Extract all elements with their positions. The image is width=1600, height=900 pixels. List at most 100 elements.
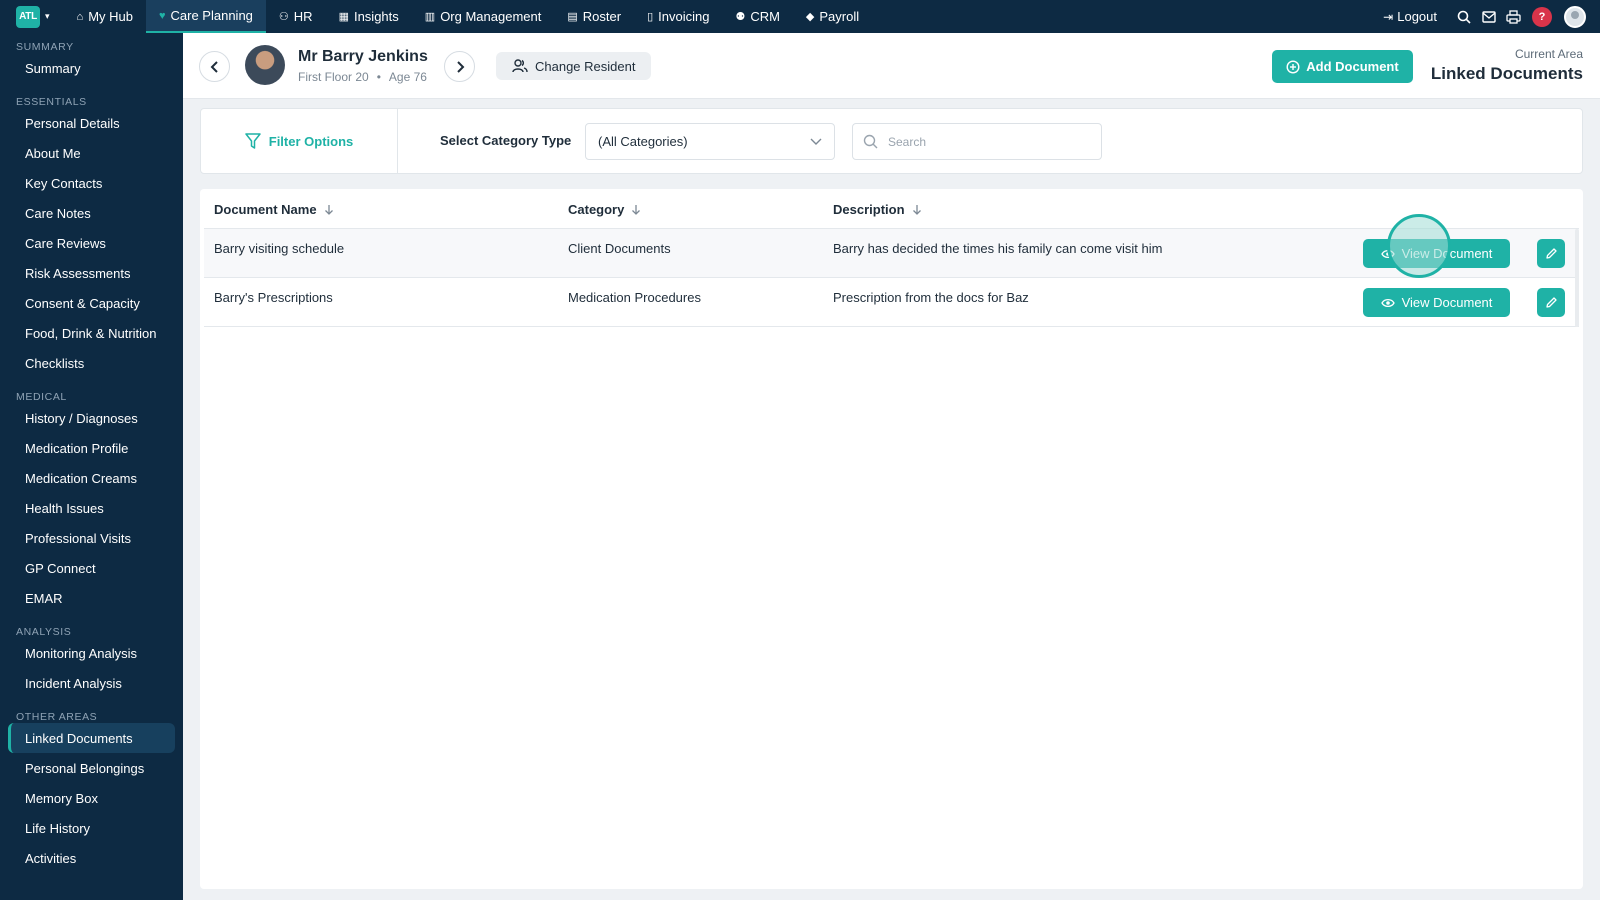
search-field[interactable] [852,123,1102,160]
change-resident-button[interactable]: Change Resident [496,52,652,80]
sidebar-item-risk-assessments[interactable]: Risk Assessments [0,258,183,288]
nav-crm[interactable]: ⚉ CRM [722,0,792,33]
sidebar-item-emar[interactable]: EMAR [0,583,183,613]
sidebar-item-incident-analysis[interactable]: Incident Analysis [0,668,183,698]
building-icon: ▥ [424,11,436,23]
edit-document-button[interactable] [1537,288,1565,317]
sidebar-item-monitoring-analysis[interactable]: Monitoring Analysis [0,638,183,668]
column-header-document-name[interactable]: Document Name [214,202,334,217]
search-icon [863,134,878,149]
nav-insights[interactable]: ▦ Insights [326,0,412,33]
search-input[interactable] [888,134,1088,149]
cell-document-name: Barry's Prescriptions [214,290,333,305]
previous-resident-button[interactable] [199,51,230,82]
chart-icon: ▦ [338,11,349,23]
user-avatar[interactable] [1564,5,1586,28]
sidebar-item-food-drink-nutrition[interactable]: Food, Drink & Nutrition [0,318,183,348]
sidebar-item-gp-connect[interactable]: GP Connect [0,553,183,583]
sidebar-item-medication-creams[interactable]: Medication Creams [0,463,183,493]
sidebar-item-checklists[interactable]: Checklists [0,348,183,378]
current-area-value: Linked Documents [1430,64,1583,83]
section-title-essentials: ESSENTIALS [16,96,87,108]
cell-document-name: Barry visiting schedule [214,241,345,256]
section-title-medical: MEDICAL [16,391,67,403]
home-icon: ⌂ [76,10,84,23]
app-switcher[interactable]: ATL ▾ [16,5,50,28]
nav-payroll[interactable]: ◆ Payroll [793,0,872,33]
resident-meta: First Floor 20 • Age 76 [298,70,427,84]
sort-arrow-icon [912,204,922,215]
table-row: Barry visiting schedule Client Documents… [204,214,1579,278]
user-group-icon: ⚉ [735,11,746,23]
sort-arrow-icon [631,204,641,215]
nav-invoicing[interactable]: ▯ Invoicing [634,0,722,33]
sidebar-item-life-history[interactable]: Life History [0,813,183,843]
sidebar-item-medication-profile[interactable]: Medication Profile [0,433,183,463]
sidebar-item-consent-capacity[interactable]: Consent & Capacity [0,288,183,318]
view-document-button[interactable]: View Document [1363,239,1510,268]
sidebar-item-care-notes[interactable]: Care Notes [0,198,183,228]
sidebar-item-summary[interactable]: Summary [0,53,183,83]
pencil-icon [1545,297,1557,308]
sidebar-item-professional-visits[interactable]: Professional Visits [0,523,183,553]
resident-location: First Floor 20 [298,70,369,84]
sidebar-item-linked-documents[interactable]: Linked Documents [8,723,175,753]
category-select[interactable]: (All Categories) [585,123,835,160]
nav-care-planning[interactable]: ♥ Care Planning [145,0,266,33]
sidebar-item-key-contacts[interactable]: Key Contacts [0,168,183,198]
eye-icon [1380,298,1395,308]
category-type-label: Select Category Type [440,133,572,148]
cell-category: Medication Procedures [568,290,701,305]
filter-icon [245,132,261,150]
tag-icon: ◆ [805,11,815,23]
cell-description: Prescription from the docs for Baz [833,290,1029,305]
search-icon[interactable] [1451,0,1476,33]
plus-circle-icon [1286,59,1300,74]
view-document-button[interactable]: View Document [1363,288,1510,317]
category-select-value: (All Categories) [598,134,688,149]
resident-age: Age 76 [388,70,427,84]
current-area-label: Current Area [1514,47,1583,61]
help-button[interactable]: ? [1532,6,1552,27]
app-logo: ATL [16,5,40,28]
table-header: Document Name Category Description [204,189,1579,229]
printer-icon[interactable] [1501,0,1526,33]
sidebar-item-personal-belongings[interactable]: Personal Belongings [0,753,183,783]
add-document-button[interactable]: Add Document [1272,50,1413,83]
filter-bar: Filter Options Select Category Type (All… [200,108,1583,174]
column-header-description[interactable]: Description [833,202,922,217]
cell-category: Client Documents [568,241,671,256]
resident-photo [245,45,285,85]
sidebar-item-health-issues[interactable]: Health Issues [0,493,183,523]
mail-icon[interactable] [1476,0,1501,33]
sort-arrow-icon [324,204,334,215]
logout-button[interactable]: ⇥ Logout [1383,9,1437,24]
edit-document-button[interactable] [1537,239,1565,268]
next-resident-button[interactable] [444,51,475,82]
nav-org-management[interactable]: ▥ Org Management [412,0,555,33]
document-icon: ▯ [647,11,654,23]
top-navigation: ATL ▾ ⌂ My Hub ♥ Care Planning ⚇ HR ▦ Insigh… [0,0,1600,33]
sidebar-item-care-reviews[interactable]: Care Reviews [0,228,183,258]
eye-icon [1380,249,1395,259]
column-header-category[interactable]: Category [568,202,641,217]
sidebar-item-history-diagnoses[interactable]: History / Diagnoses [0,403,183,433]
table-scrollbar[interactable] [1575,229,1579,327]
nav-my-hub[interactable]: ⌂ My Hub [64,0,146,33]
chevron-down-icon [810,138,822,145]
nav-roster[interactable]: ▤ Roster [554,0,634,33]
cell-description: Barry has decided the times his family c… [833,241,1163,256]
chevron-right-icon [456,60,464,73]
sidebar-item-memory-box[interactable]: Memory Box [0,783,183,813]
users-icon [512,59,528,73]
resident-name: Mr Barry Jenkins [298,48,428,65]
sidebar-item-personal-details[interactable]: Personal Details [0,108,183,138]
sidebar-item-about-me[interactable]: About Me [0,138,183,168]
nav-right-tools: ⇥ Logout ? [1383,0,1600,33]
filter-options-button[interactable]: Filter Options [201,109,398,173]
heart-icon: ♥ [158,9,166,22]
sidebar: SUMMARY Summary ESSENTIALS Personal Deta… [0,33,183,900]
nav-hr[interactable]: ⚇ HR [266,0,326,33]
sidebar-item-activities[interactable]: Activities [0,843,183,873]
resident-header: Mr Barry Jenkins First Floor 20 • Age 76… [183,33,1600,99]
